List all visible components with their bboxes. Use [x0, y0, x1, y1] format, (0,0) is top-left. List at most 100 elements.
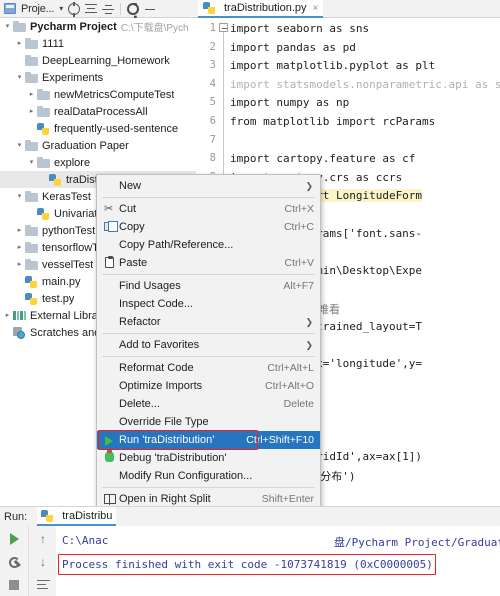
minimize-icon[interactable]: [144, 3, 156, 15]
tree-item-label: frequently-used-sentence: [54, 122, 179, 135]
line-number: 5: [209, 96, 216, 109]
tree-item[interactable]: 1111: [0, 35, 196, 52]
tree-item-label: realDataProcessAll: [54, 105, 148, 118]
menu-separator: [102, 356, 315, 357]
menu-item[interactable]: Override File Type: [97, 413, 320, 431]
chevron-right-icon: ❯: [305, 339, 313, 350]
menu-item[interactable]: Find Usages Alt+F7: [97, 277, 320, 295]
menu-item[interactable]: ✂ Cut Ctrl+X: [97, 200, 320, 218]
run-panel-header: Run: traDistribu: [0, 507, 500, 526]
menu-item[interactable]: Copy Path/Reference...: [97, 236, 320, 254]
menu-item[interactable]: Debug 'traDistribution': [97, 449, 320, 467]
project-view-title[interactable]: Proje...: [21, 3, 54, 15]
python-file-icon: [25, 275, 38, 288]
soft-wrap-button[interactable]: [29, 574, 57, 596]
menu-item[interactable]: Inspect Code...: [97, 295, 320, 313]
line-number: 8: [209, 152, 216, 165]
tree-toggle-icon[interactable]: [14, 69, 25, 86]
tree-item[interactable]: Graduation Paper: [0, 137, 196, 154]
menu-item-icon-slot: [101, 397, 119, 411]
tab-traDistribution[interactable]: traDistribution.py ×: [198, 0, 324, 18]
menu-item[interactable]: Delete... Delete: [97, 395, 320, 413]
debug-icon: [101, 449, 119, 465]
tree-toggle-icon[interactable]: [14, 188, 25, 205]
code-line: import numpy as np: [230, 96, 350, 110]
folder-icon: [37, 89, 50, 100]
menu-item[interactable]: Refactor ❯: [97, 313, 320, 331]
tree-item-label: Experiments: [42, 71, 104, 84]
console-command-left: C:\Anac: [62, 534, 109, 547]
python-file-icon: [203, 2, 216, 14]
menu-item-shortcut: Alt+F7: [283, 280, 314, 292]
code-line: import matplotlib.pyplot as plt: [230, 59, 436, 73]
menu-item-label: Debug 'traDistribution': [119, 452, 227, 464]
tree-item[interactable]: Experiments: [0, 69, 196, 86]
menu-item-icon-slot: [101, 379, 119, 393]
stop-button[interactable]: [0, 574, 28, 596]
tree-toggle-icon[interactable]: [14, 239, 25, 256]
folder-icon: [37, 157, 50, 168]
scroll-down-button[interactable]: ↓: [29, 551, 57, 573]
folder-icon: [25, 259, 38, 270]
expand-all-icon[interactable]: [102, 3, 115, 15]
folder-icon: [25, 191, 38, 202]
menu-item[interactable]: Copy Ctrl+C: [97, 218, 320, 236]
folder-icon: [25, 55, 38, 66]
run-configuration-tab[interactable]: traDistribu: [37, 507, 117, 526]
scroll-up-button[interactable]: ↑: [29, 528, 57, 550]
tree-item[interactable]: realDataProcessAll: [0, 103, 196, 120]
line-number: 3: [209, 59, 216, 72]
menu-item[interactable]: Paste Ctrl+V: [97, 254, 320, 272]
menu-item-label: Add to Favorites: [119, 339, 200, 351]
tree-toggle-icon[interactable]: [14, 222, 25, 239]
fold-collapse-icon[interactable]: [219, 23, 228, 32]
tree-item[interactable]: newMetricsComputeTest: [0, 86, 196, 103]
project-icon: [4, 3, 16, 14]
tree-item[interactable]: frequently-used-sentence: [0, 120, 196, 137]
gear-icon[interactable]: [127, 2, 140, 15]
external-libraries-icon: [13, 310, 26, 321]
tree-toggle-icon[interactable]: [26, 103, 37, 120]
menu-item-label: Cut: [119, 203, 137, 215]
tree-item[interactable]: Pycharm ProjectC:\下载盘\Pych: [0, 18, 196, 35]
tree-toggle-icon[interactable]: [2, 307, 13, 324]
menu-item-shortcut: Shift+Enter: [261, 493, 314, 505]
tree-toggle-icon[interactable]: [14, 256, 25, 273]
target-icon[interactable]: [68, 1, 81, 17]
close-icon[interactable]: ×: [313, 3, 319, 14]
tree-item-label: vesselTest: [42, 258, 94, 271]
tree-item[interactable]: DeepLearning_Homework: [0, 52, 196, 69]
tree-toggle-icon[interactable]: [14, 35, 25, 52]
menu-item-icon-slot: [101, 297, 119, 311]
chevron-down-icon[interactable]: ▾: [59, 4, 63, 13]
menu-item-shortcut: Ctrl+Alt+O: [264, 380, 314, 392]
arrow-down-icon: ↓: [40, 554, 46, 569]
folder-icon: [25, 225, 38, 236]
wrench-icon: [8, 556, 21, 569]
tree-toggle-icon[interactable]: [26, 154, 37, 171]
tree-toggle-icon[interactable]: [26, 86, 37, 103]
menu-item-label: Refactor: [119, 316, 161, 328]
tree-toggle-icon[interactable]: [14, 137, 25, 154]
cut-icon: ✂: [104, 203, 114, 215]
tree-item[interactable]: explore: [0, 154, 196, 171]
fold-region-line: [223, 28, 224, 183]
folder-icon: [25, 72, 38, 83]
menu-item-icon-slot: [101, 361, 119, 375]
tree-toggle-icon[interactable]: [2, 18, 13, 35]
code-line: from matplotlib import rcParams: [230, 115, 436, 128]
menu-item[interactable]: Add to Favorites ❯: [97, 336, 320, 354]
soft-wrap-icon: [36, 579, 50, 591]
split-icon: [101, 492, 119, 506]
menu-item[interactable]: New ❯: [97, 177, 320, 195]
python-file-icon: [37, 207, 50, 220]
collapse-all-icon[interactable]: [85, 3, 98, 15]
settings-button[interactable]: [0, 551, 28, 573]
tree-item-label: Graduation Paper: [42, 139, 129, 152]
tree-item-label: explore: [54, 156, 91, 169]
menu-item[interactable]: Reformat Code Ctrl+Alt+L: [97, 359, 320, 377]
rerun-button[interactable]: [0, 528, 28, 550]
line-number: 6: [209, 115, 216, 127]
menu-item[interactable]: Modify Run Configuration...: [97, 467, 320, 485]
menu-item[interactable]: Optimize Imports Ctrl+Alt+O: [97, 377, 320, 395]
